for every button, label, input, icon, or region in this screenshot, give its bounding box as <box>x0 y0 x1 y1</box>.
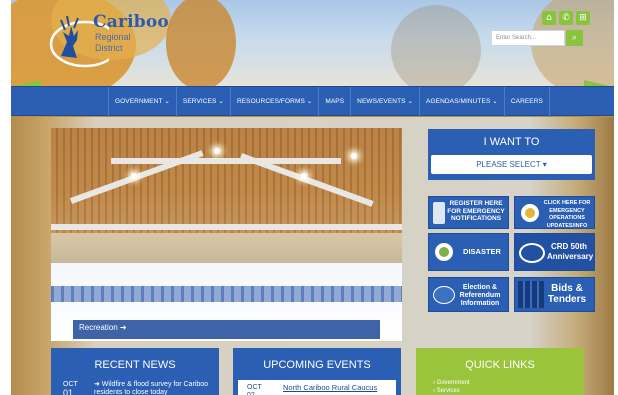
bare-tree <box>391 5 481 86</box>
hero-caption-bar[interactable]: Recreation ➜ <box>73 320 380 339</box>
hero-caption: Recreation ➜ <box>79 323 127 332</box>
nav-label: RESOURCES/FORMS <box>236 98 305 105</box>
chevron-down-icon: ⌄ <box>492 98 498 105</box>
quick-link-government[interactable]: › Government <box>433 380 470 386</box>
recent-news-title: RECENT NEWS <box>94 359 176 371</box>
chevron-down-icon: ⌄ <box>218 98 224 105</box>
search-icon: ⌕ <box>571 33 578 43</box>
tile-label: CRD 50th Anniversary <box>547 242 594 261</box>
nav-item-news-events[interactable]: NEWS/EVENTS ⌄ <box>350 87 419 117</box>
crd-anniversary-tile[interactable]: CRD 50th Anniversary <box>514 233 595 271</box>
sitemap-icon[interactable]: ⊞ <box>576 11 590 25</box>
news-item-link[interactable]: ➜ Wildfire & flood survey for Cariboo re… <box>94 381 214 395</box>
chevron-down-icon: ⌄ <box>407 98 414 105</box>
emergency-badge-center <box>525 208 535 218</box>
disaster-badge-icon <box>432 240 456 264</box>
nav-item-services[interactable]: SERVICES ⌄ <box>175 87 230 117</box>
nav-item-resources-forms[interactable]: RESOURCES/FORMS ⌄ <box>229 87 318 117</box>
nav-item-careers[interactable]: CAREERS <box>503 87 550 117</box>
search-input[interactable]: Enter Search... <box>491 30 565 46</box>
emergency-operations-tile[interactable]: CLICK HERE FOR EMERGENCY OPERATIONS UPDA… <box>514 196 595 229</box>
tile-label: Election & Referendum Information <box>459 284 501 307</box>
election-referendum-tile[interactable]: Election & Referendum Information <box>428 277 509 312</box>
header-banner: Cariboo Regional District ⌂ ✆ ⊞ Enter Se… <box>11 0 614 86</box>
election-logo-icon <box>433 286 455 304</box>
emergency-badge-icon <box>518 201 542 225</box>
disaster-badge-center <box>439 247 449 257</box>
quick-links-panel: QUICK LINKS › Government › Services <box>416 348 584 395</box>
tile-label: REGISTER HERE FOR EMERGENCY NOTIFICATION… <box>447 200 505 222</box>
home-icon[interactable]: ⌂ <box>542 11 556 25</box>
nav-label: MAPS <box>325 98 345 105</box>
hero-beam <box>51 224 402 230</box>
nav-item-agendas-minutes[interactable]: AGENDAS/MINUTES ⌄ <box>419 87 504 117</box>
nav-label: AGENDAS/MINUTES <box>426 98 491 105</box>
nav-item-government[interactable]: GOVERNMENT ⌄ <box>108 87 176 117</box>
chevron-down-icon: ⌄ <box>306 98 313 105</box>
nav-label: GOVERNMENT <box>115 98 163 105</box>
logo-sub-line-1: Regional <box>95 32 131 42</box>
upcoming-events-panel: UPCOMING EVENTS OCT 02 North Cariboo Rur… <box>233 348 401 395</box>
phone-icon[interactable]: ✆ <box>559 11 573 25</box>
tile-label: DISASTER RECOVERY <box>463 247 501 256</box>
logo-sub-line-2: District <box>95 43 123 53</box>
news-date-day: 01 <box>63 388 74 395</box>
event-card[interactable]: OCT 02 North Cariboo Rural Caucus <box>238 380 396 395</box>
recent-news-panel: RECENT NEWS OCT 01 ➜ Wildfire & flood su… <box>51 348 219 395</box>
nav-label: SERVICES <box>182 98 217 105</box>
autumn-tree-mid <box>166 0 236 86</box>
bids-tenders-tile[interactable]: Bids & Tenders <box>514 277 595 312</box>
nav-item-maps[interactable]: MAPS <box>318 87 350 117</box>
hero-arena-roof <box>51 128 402 233</box>
logo-title: Cariboo <box>93 12 169 32</box>
header-icon-group: ⌂ ✆ ⊞ <box>542 11 590 25</box>
logo-wordmark[interactable]: Cariboo Regional District <box>93 12 169 54</box>
quick-links-title: QUICK LINKS <box>465 359 535 371</box>
news-date: OCT 01 <box>63 381 78 395</box>
quick-link-services[interactable]: › Services <box>433 388 460 394</box>
main-navigation: GOVERNMENT ⌄ SERVICES ⌄ RESOURCES/FORMS … <box>11 86 614 117</box>
i-want-to-panel: I WANT TO PLEASE SELECT ▾ <box>428 129 595 180</box>
tile-label: Bids & Tenders <box>547 283 587 305</box>
event-date-month: OCT <box>247 384 262 391</box>
hero-light <box>351 153 357 159</box>
nav-items: GOVERNMENT ⌄ SERVICES ⌄ RESOURCES/FORMS … <box>108 87 550 117</box>
event-date: OCT 02 <box>247 384 262 395</box>
phone-alert-icon <box>433 202 445 224</box>
i-want-to-title: I WANT TO <box>483 136 540 148</box>
page-frame: Cariboo Regional District ⌂ ✆ ⊞ Enter Se… <box>11 0 614 395</box>
upcoming-events-title: UPCOMING EVENTS <box>263 359 371 371</box>
hero-light <box>131 173 137 179</box>
hero-arena-wall <box>51 233 402 263</box>
binders-icon <box>518 281 544 308</box>
anniversary-badge-icon <box>519 243 545 263</box>
i-want-to-select[interactable]: PLEASE SELECT ▾ <box>431 155 592 174</box>
hero-boards <box>51 286 402 302</box>
nav-label: CAREERS <box>510 98 543 105</box>
search-button[interactable]: ⌕ <box>566 30 583 46</box>
hero-light <box>214 148 220 154</box>
register-notifications-tile[interactable]: REGISTER HERE FOR EMERGENCY NOTIFICATION… <box>428 196 509 229</box>
hero-light <box>301 173 307 179</box>
disaster-recovery-tile[interactable]: DISASTER RECOVERY <box>428 233 509 271</box>
chevron-down-icon: ⌄ <box>164 98 170 105</box>
nav-label: NEWS/EVENTS <box>357 98 406 105</box>
event-link[interactable]: North Cariboo Rural Caucus <box>283 383 377 392</box>
hero-image[interactable] <box>51 128 402 341</box>
tile-label: CLICK HERE FOR EMERGENCY OPERATIONS UPDA… <box>543 200 591 229</box>
hero-beam <box>111 158 341 164</box>
